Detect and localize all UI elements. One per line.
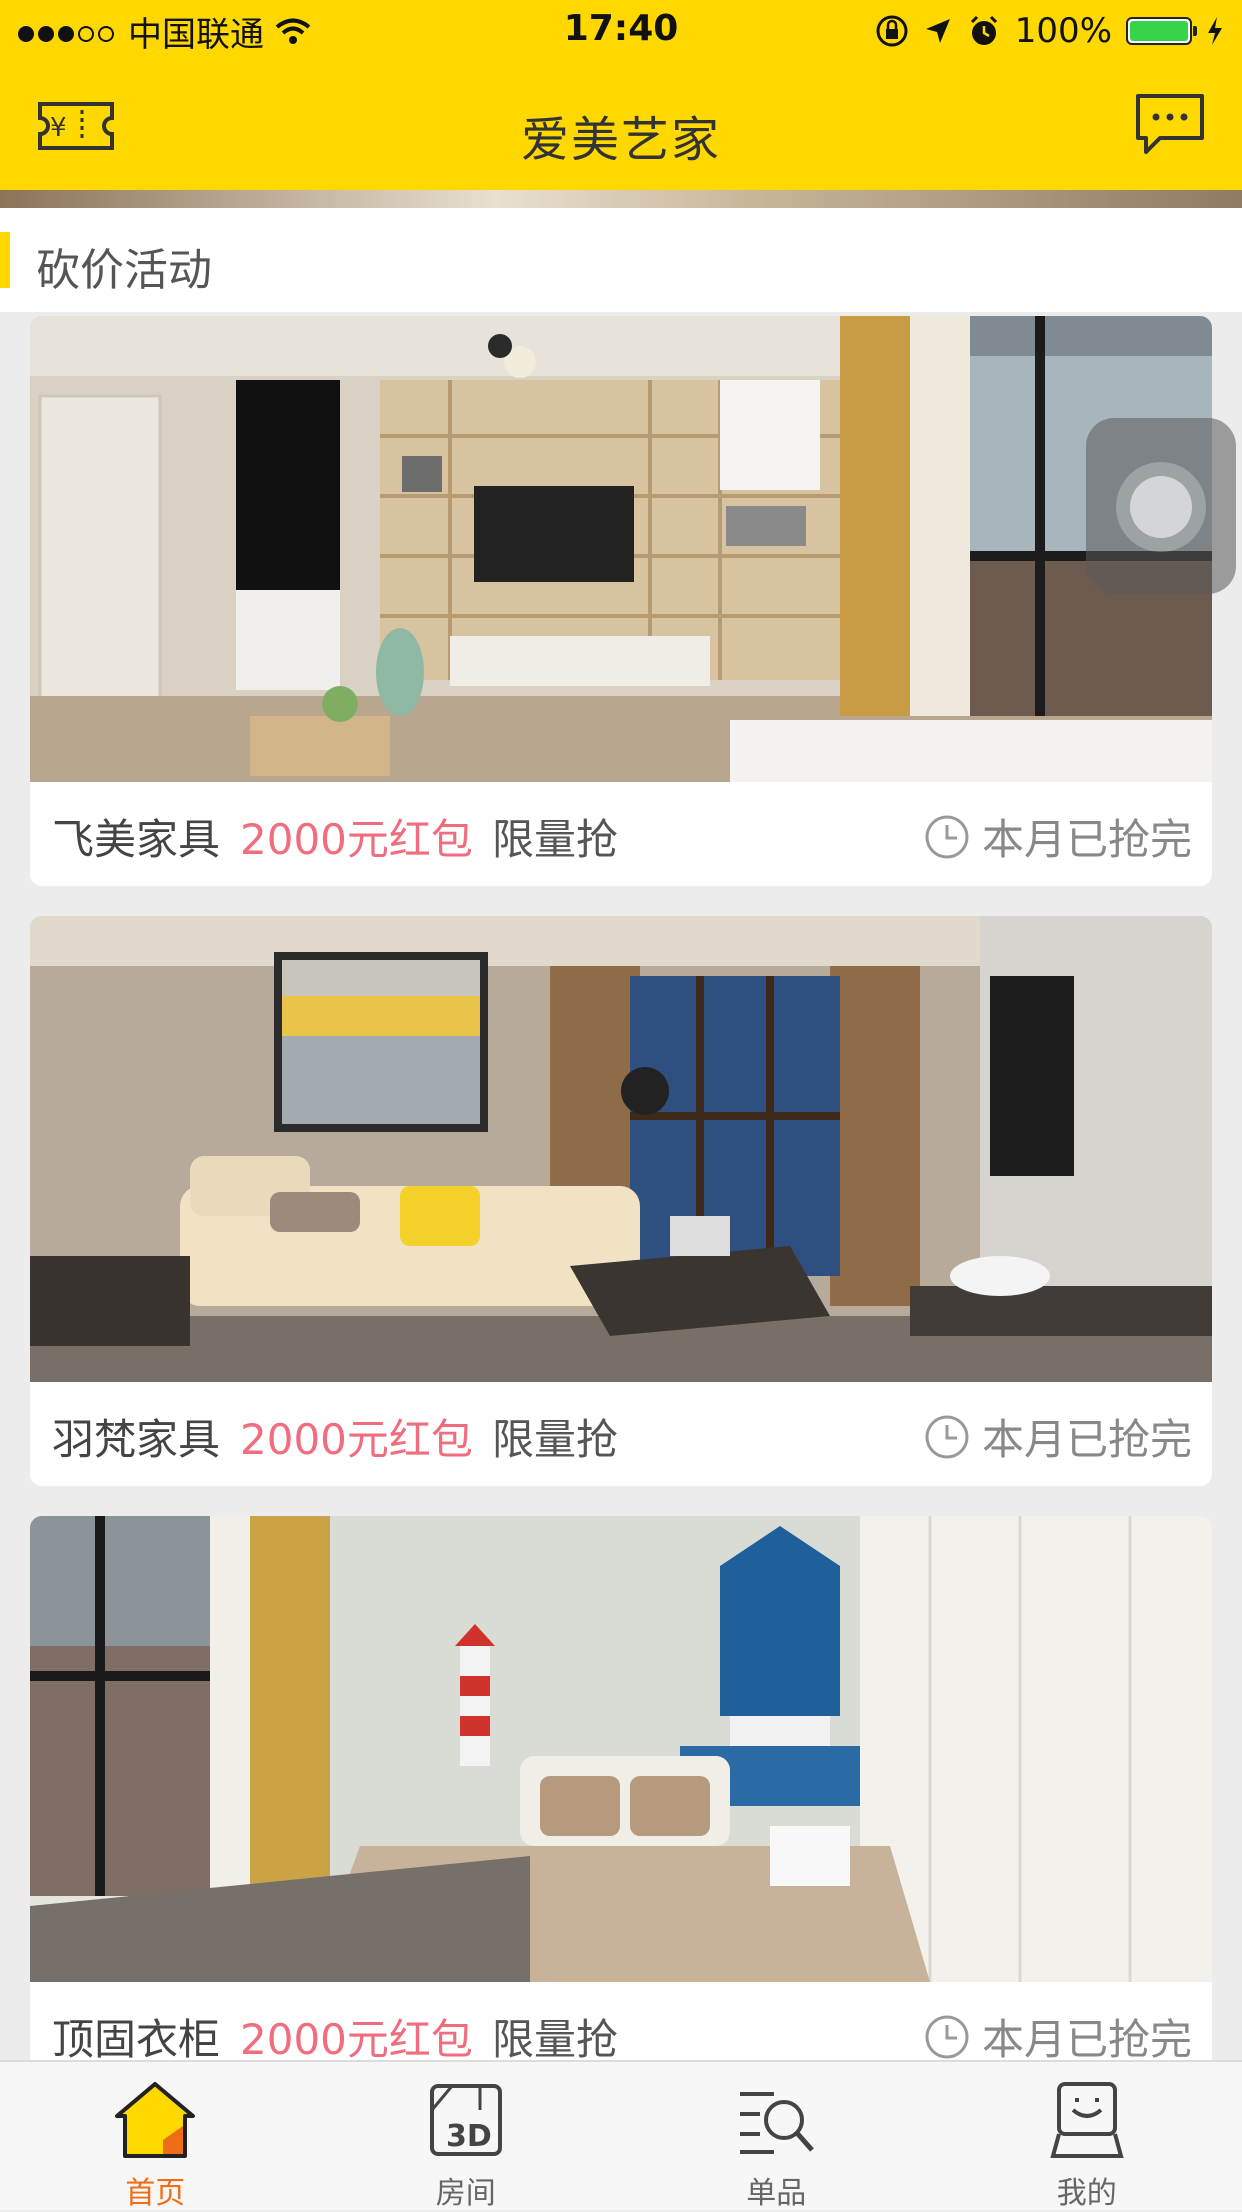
home-icon <box>113 2080 197 2160</box>
limit-label: 限量抢 <box>492 2006 618 2067</box>
sold-out-status: 本月已抢完 <box>924 2006 1192 2067</box>
tab-room[interactable]: 3D 房间 <box>311 2062 622 2210</box>
search-list-icon <box>734 2080 818 2160</box>
clock-icon <box>924 814 970 860</box>
card-image-sofa-room[interactable] <box>30 916 1212 1382</box>
card-info: 羽梵家具 2000元红包 限量抢 本月已抢完 <box>30 1382 1212 1486</box>
message-icon[interactable] <box>1134 92 1206 158</box>
rotation-lock-icon <box>875 14 909 48</box>
shop-name: 羽梵家具 <box>52 1406 220 1467</box>
svg-text:3D: 3D <box>446 2119 492 2154</box>
top-bar: 中国联通 17:40 100% <box>0 0 1242 190</box>
bottom-tab-bar: 首页 3D 房间 单品 我的 <box>0 2060 1242 2210</box>
promo-amount: 2000元红包 <box>240 806 473 867</box>
section-title: 砍价活动 <box>36 234 212 298</box>
promo-amount: 2000元红包 <box>240 2006 473 2067</box>
tab-label: 单品 <box>621 2168 932 2212</box>
charging-icon <box>1206 16 1224 46</box>
card-image-living-room[interactable] <box>30 316 1212 782</box>
shop-name: 飞美家具 <box>52 806 220 867</box>
assistive-touch-button[interactable] <box>1086 418 1236 594</box>
tab-items[interactable]: 单品 <box>621 2062 932 2210</box>
profile-icon <box>1047 2080 1127 2160</box>
sold-out-status: 本月已抢完 <box>924 1406 1192 1467</box>
room-3d-icon: 3D <box>426 2080 506 2160</box>
status-bar: 中国联通 17:40 100% <box>0 0 1242 62</box>
status-text: 本月已抢完 <box>982 1406 1192 1467</box>
alarm-icon <box>967 14 1001 48</box>
tab-label: 房间 <box>311 2168 622 2212</box>
card-info: 飞美家具 2000元红包 限量抢 本月已抢完 <box>30 782 1212 886</box>
section-header: 砍价活动 <box>0 208 1242 312</box>
promo-card[interactable]: 飞美家具 2000元红包 限量抢 本月已抢完 <box>30 316 1212 886</box>
card-image-bedroom[interactable] <box>30 1516 1212 1982</box>
page-title: 爱美艺家 <box>0 100 1242 170</box>
tab-label: 首页 <box>0 2168 311 2212</box>
battery-icon <box>1126 17 1192 45</box>
promo-amount: 2000元红包 <box>240 1406 473 1467</box>
tab-label: 我的 <box>932 2168 1242 2212</box>
banner-edge <box>0 190 1242 208</box>
tab-profile[interactable]: 我的 <box>932 2062 1242 2210</box>
limit-label: 限量抢 <box>492 1406 618 1467</box>
nav-bar: ¥ 爱美艺家 <box>0 62 1242 190</box>
clock-icon <box>924 1414 970 1460</box>
promo-card[interactable]: 羽梵家具 2000元红包 限量抢 本月已抢完 <box>30 916 1212 1486</box>
status-text: 本月已抢完 <box>982 2006 1192 2067</box>
status-text: 本月已抢完 <box>982 806 1192 867</box>
tab-home[interactable]: 首页 <box>0 2062 311 2210</box>
status-right: 100% <box>875 8 1224 54</box>
limit-label: 限量抢 <box>492 806 618 867</box>
location-icon <box>923 16 953 46</box>
sold-out-status: 本月已抢完 <box>924 806 1192 867</box>
battery-percent: 100% <box>1015 11 1112 51</box>
shop-name: 顶固衣柜 <box>52 2006 220 2067</box>
promo-card[interactable]: 顶固衣柜 2000元红包 限量抢 本月已抢完 <box>30 1516 1212 2086</box>
clock-icon <box>924 2014 970 2060</box>
section-accent-bar <box>0 232 10 288</box>
